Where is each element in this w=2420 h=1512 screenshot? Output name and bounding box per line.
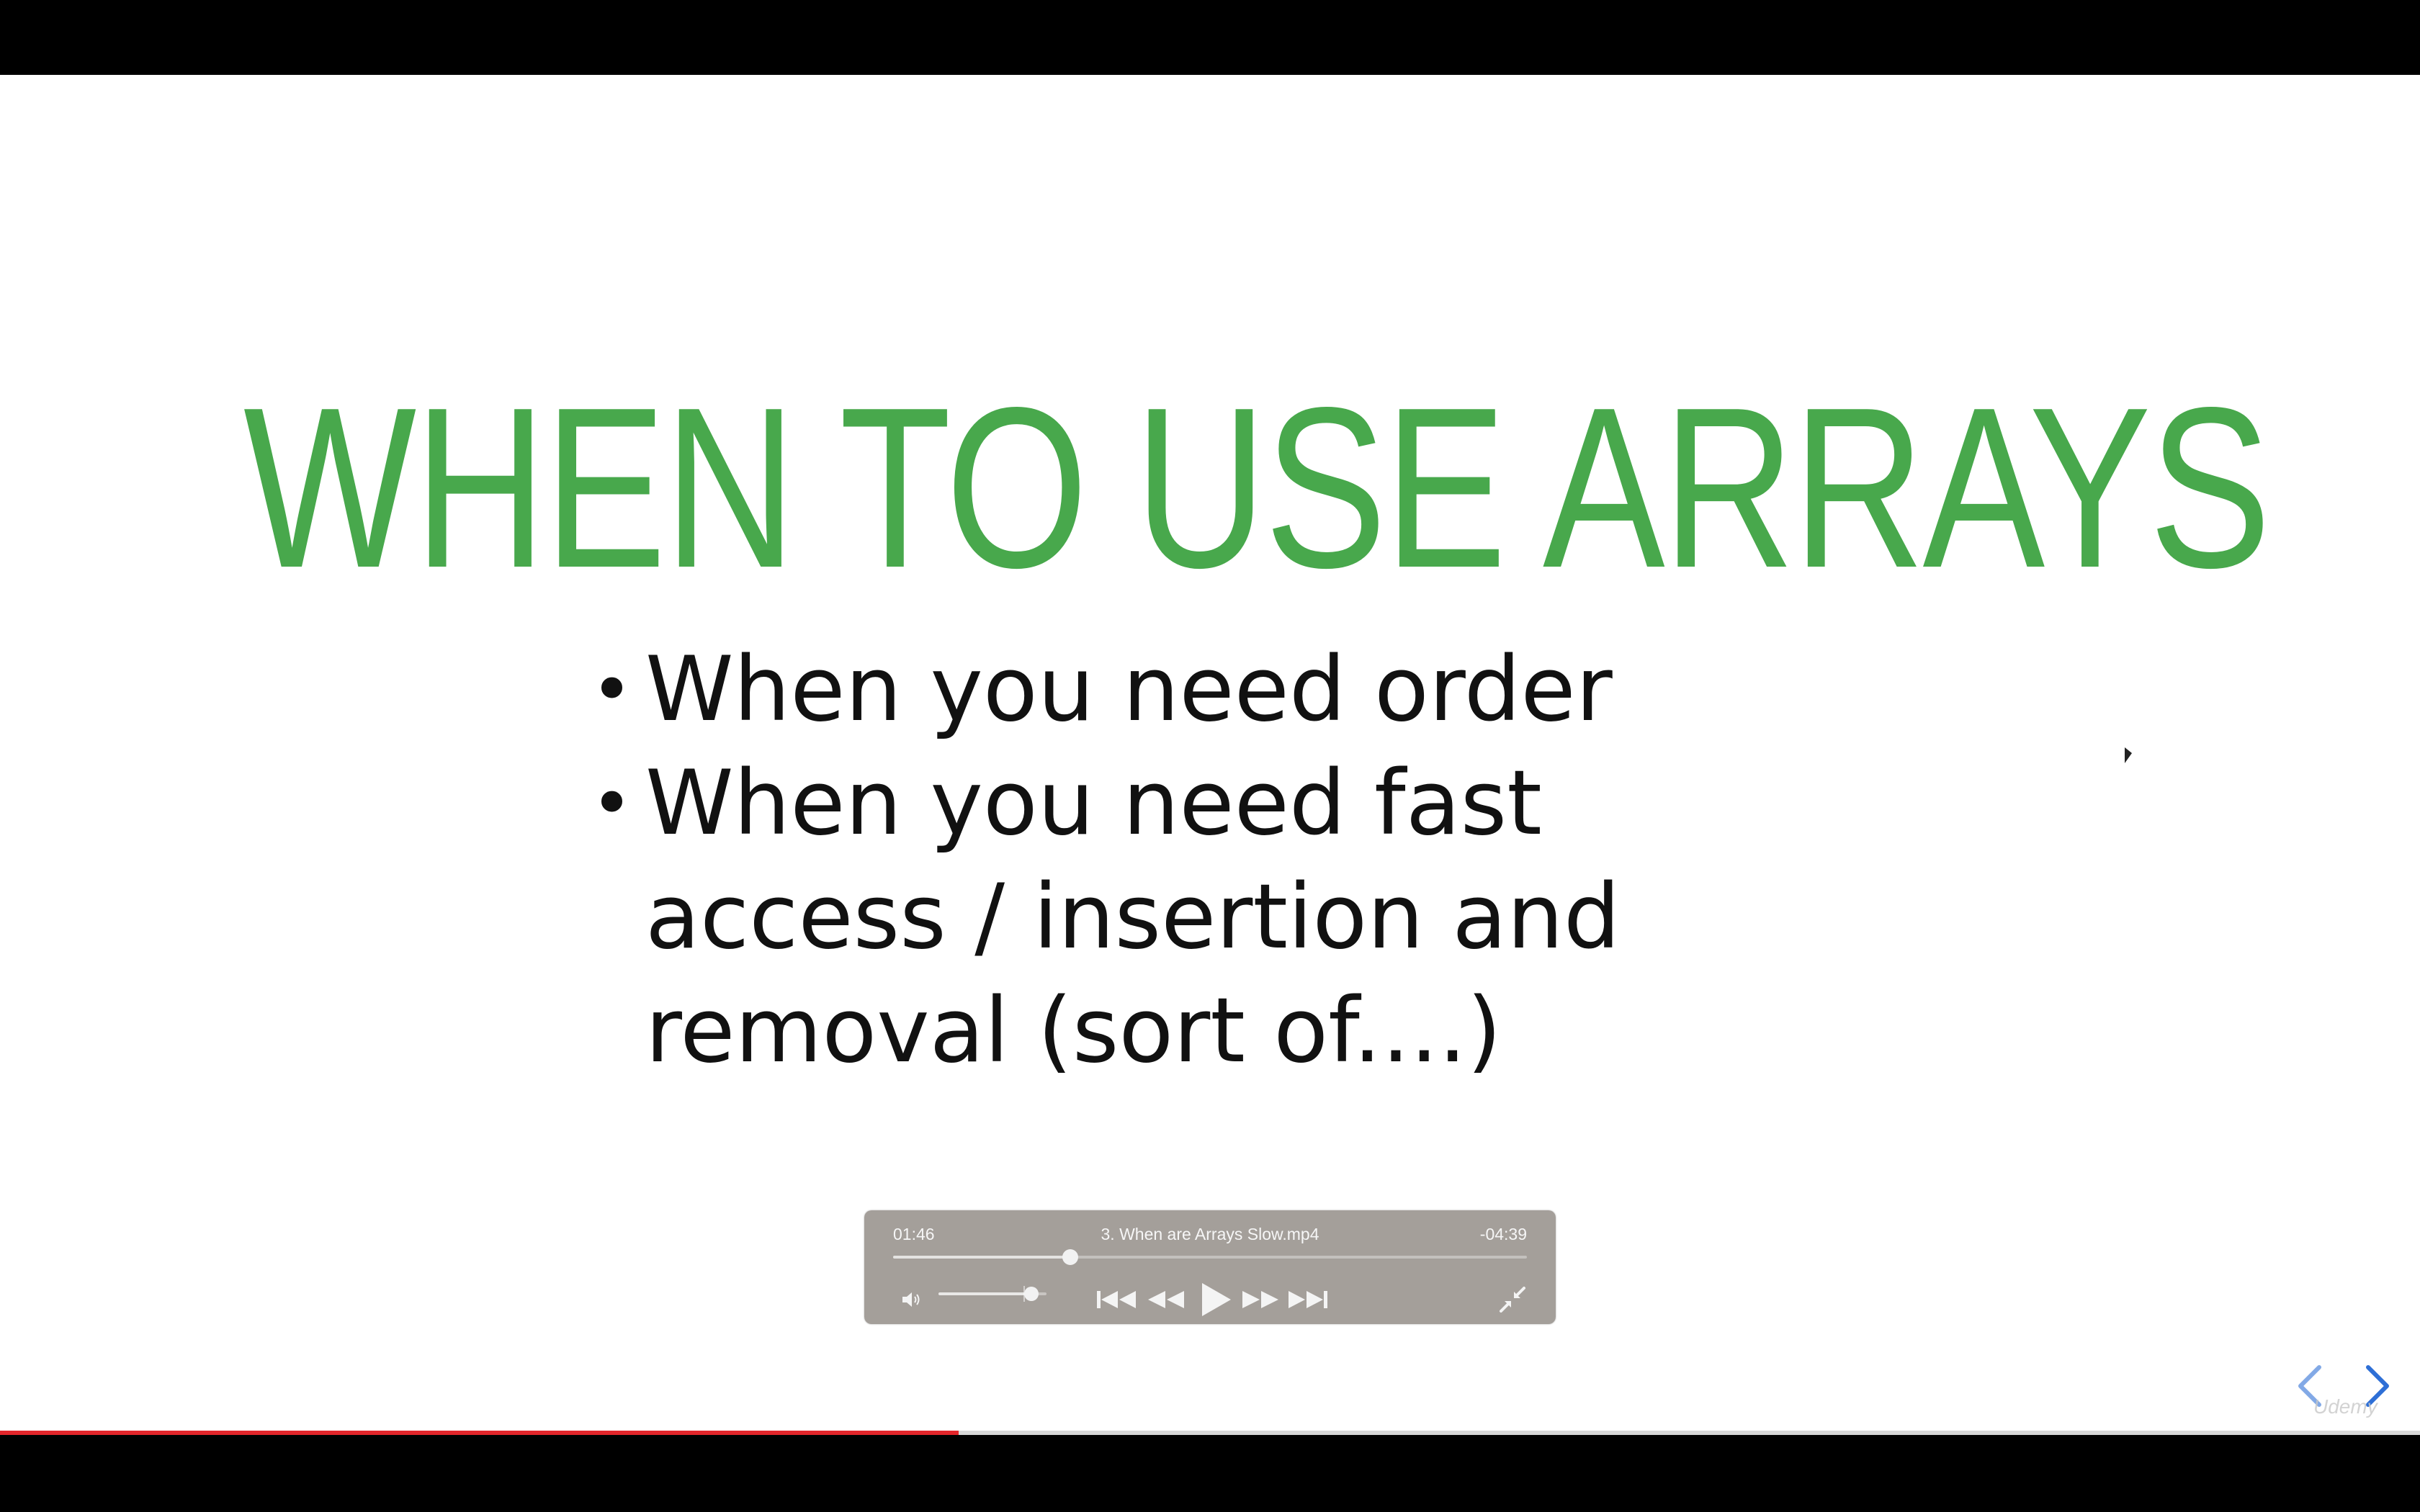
rewind-icon[interactable] [1144,1285,1187,1314]
playback-scrubber-fill [893,1256,1071,1259]
bullet-dot: • [591,647,633,732]
volume-icon[interactable] [899,1285,925,1314]
bullet-line: When you need fast [645,752,1542,855]
udemy-watermark: Udemy [2313,1395,2378,1418]
play-icon[interactable] [1196,1279,1236,1320]
bullet-line: access / insertion and [645,865,1621,969]
exit-fullscreen-icon[interactable] [1495,1282,1530,1317]
bullet-line: removal (sort of....) [645,979,1502,1083]
slide-title: WHEN TO USE ARRAYS [243,360,2271,616]
bullet-list: • When you need order • When you need fa… [591,633,1757,1088]
playback-scrubber[interactable] [893,1249,1527,1265]
course-progress-remaining [958,1431,2420,1435]
volume-slider-fill [938,1292,1031,1295]
skip-back-icon[interactable] [1093,1285,1139,1314]
course-progress-bar [0,1431,959,1435]
video-filename: 3. When are Arrays Slow.mp4 [1101,1225,1319,1243]
volume-slider[interactable] [938,1286,1047,1302]
mouse-cursor-icon [2125,747,2132,763]
skip-forward-icon[interactable] [1285,1285,1331,1314]
playback-scrubber-knob[interactable] [1062,1249,1079,1265]
bullet-item: • When you need fast access / insertion … [591,747,1757,1088]
bullet-item: • When you need order [591,633,1757,747]
remaining-time: -04:39 [1479,1225,1527,1243]
bullet-dot: • [591,761,633,845]
volume-slider-knob[interactable] [1024,1287,1039,1301]
bullet-line: When you need order [645,638,1613,742]
fast-forward-icon[interactable] [1239,1285,1283,1314]
video-player-hud[interactable]: 01:46 3. When are Arrays Slow.mp4 -04:39 [864,1210,1556,1324]
screen: WHEN TO USE ARRAYS • When you need order… [0,0,2420,1512]
